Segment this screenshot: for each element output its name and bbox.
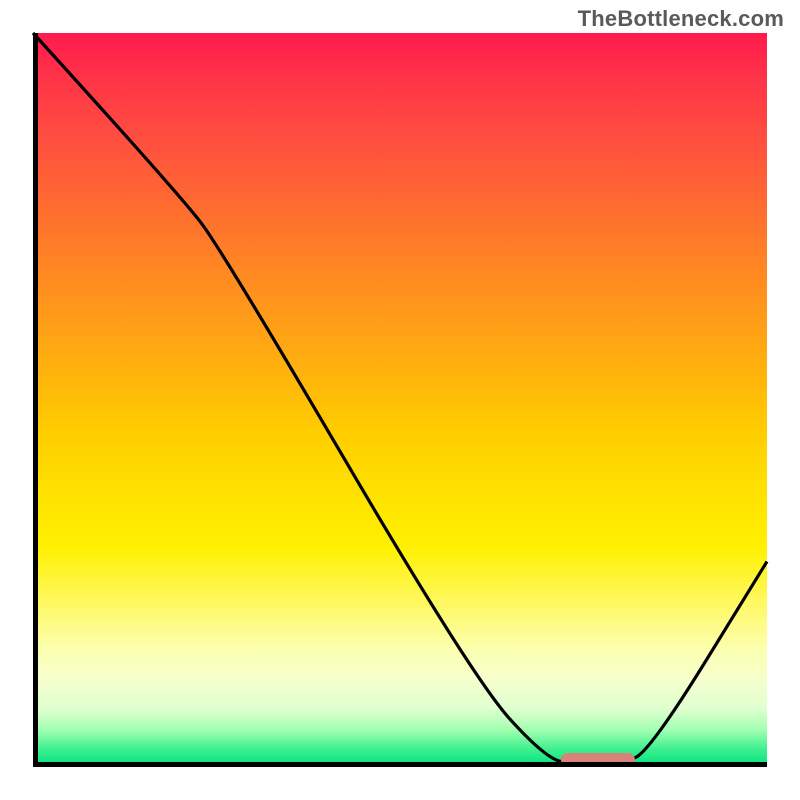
curve-path [33, 33, 767, 763]
plot-area [33, 33, 767, 767]
watermark-text: TheBottleneck.com [578, 6, 784, 32]
chart-frame: TheBottleneck.com [0, 0, 800, 800]
highlight-marker [561, 753, 634, 767]
line-series [33, 33, 767, 767]
